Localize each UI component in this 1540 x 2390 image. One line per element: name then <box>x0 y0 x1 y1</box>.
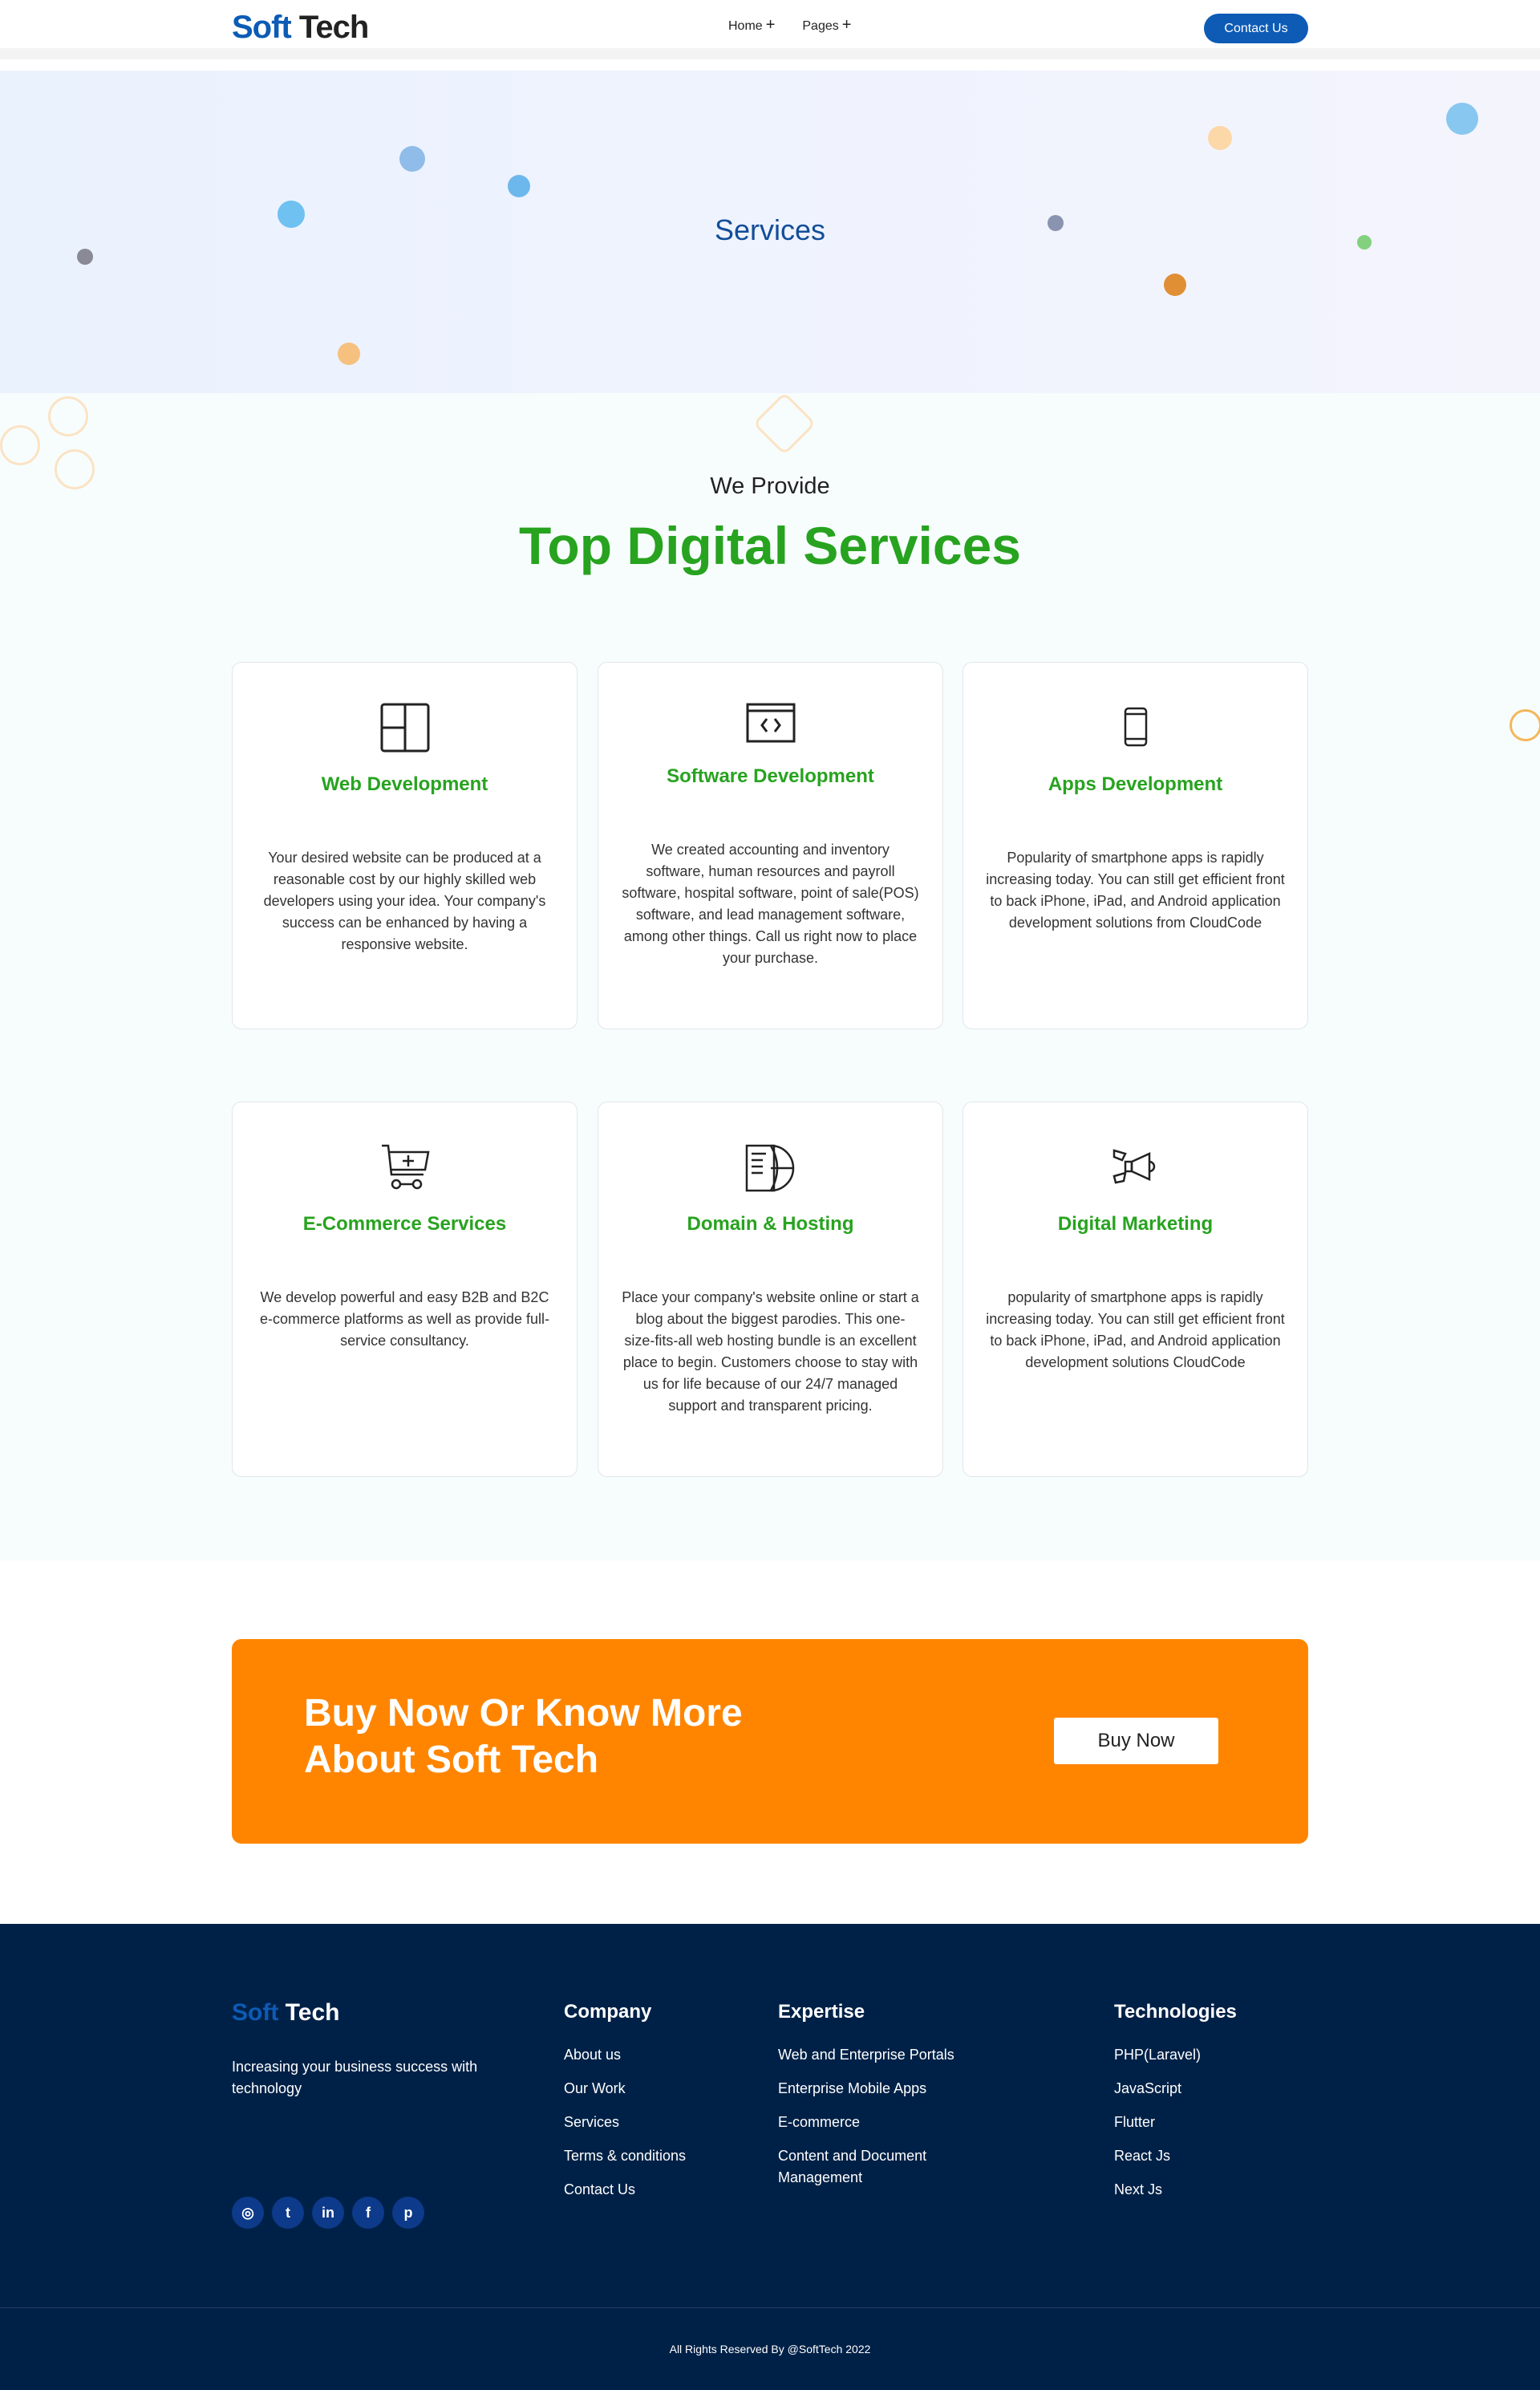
main-nav: Home + Pages + <box>728 16 852 34</box>
globe-document-icon <box>598 1142 942 1194</box>
copyright-bar: All Rights Reserved By @SoftTech 2022 <box>0 2307 1540 2390</box>
decor-dot <box>508 175 530 197</box>
cart-icon <box>233 1142 577 1192</box>
footer-link[interactable]: PHP(Laravel) <box>1114 2044 1237 2066</box>
footer-link[interactable]: Web and Enterprise Portals <box>778 2044 987 2066</box>
footer-link[interactable]: Contact Us <box>564 2179 686 2201</box>
services-section: We Provide Top Digital Services Web Deve… <box>0 392 1540 1560</box>
footer-link[interactable]: JavaScript <box>1114 2078 1237 2100</box>
service-card[interactable]: Software Development We created accounti… <box>598 662 943 1029</box>
section-title: Top Digital Services <box>519 516 1021 575</box>
site-footer: Soft Tech Increasing your business succe… <box>0 1924 1540 2390</box>
footer-column-expertise: Expertise Web and Enterprise Portals Ent… <box>778 2001 987 2201</box>
footer-link[interactable]: Next Js <box>1114 2179 1237 2201</box>
decor-dot <box>1164 274 1186 296</box>
code-window-icon <box>598 703 942 743</box>
footer-link[interactable]: Enterprise Mobile Apps <box>778 2078 987 2100</box>
footer-column-company: Company About us Our Work Services Terms… <box>564 2001 686 2213</box>
footer-link[interactable]: About us <box>564 2044 686 2066</box>
smartphone-icon <box>963 707 1307 747</box>
facebook-icon[interactable]: f <box>352 2197 384 2229</box>
footer-link[interactable]: Terms & conditions <box>564 2145 686 2167</box>
site-header: Soft Tech Home + Pages + Contact Us <box>0 0 1540 59</box>
megaphone-icon <box>963 1142 1307 1192</box>
footer-link[interactable]: Our Work <box>564 2078 686 2100</box>
service-card[interactable]: Apps Development Popularity of smartphon… <box>962 662 1308 1029</box>
footer-link[interactable]: E-commerce <box>778 2112 987 2133</box>
layout-icon <box>233 703 577 753</box>
service-card[interactable]: E-Commerce Services We develop powerful … <box>232 1102 578 1477</box>
cta-banner: Buy Now Or Know More About Soft Tech Buy… <box>232 1639 1308 1844</box>
twitter-icon[interactable]: t <box>272 2197 304 2229</box>
decor-dot <box>77 249 93 265</box>
service-card[interactable]: Web Development Your desired website can… <box>232 662 578 1029</box>
contact-us-button[interactable]: Contact Us <box>1204 14 1308 43</box>
social-links: ◎ t in f p <box>232 2197 424 2229</box>
decor-ring <box>1510 709 1540 741</box>
logo[interactable]: Soft Tech <box>232 10 369 46</box>
cta-title: Buy Now Or Know More About Soft Tech <box>304 1692 743 1781</box>
decor-dot <box>338 343 360 365</box>
section-eyebrow: We Provide <box>710 473 830 499</box>
instagram-icon[interactable]: ◎ <box>232 2197 264 2229</box>
buy-now-button[interactable]: Buy Now <box>1054 1718 1218 1764</box>
footer-tagline: Increasing your business success with te… <box>232 2059 478 2096</box>
hero-banner: Services <box>0 71 1540 393</box>
footer-link[interactable]: Content and Document Management <box>778 2145 987 2189</box>
plus-icon: + <box>765 16 776 34</box>
decor-dot <box>1208 126 1232 150</box>
decor-dot <box>399 146 425 172</box>
service-card[interactable]: Domain & Hosting Place your company's we… <box>598 1102 943 1477</box>
footer-link[interactable]: Flutter <box>1114 2112 1237 2133</box>
nav-pages[interactable]: Pages + <box>802 16 852 34</box>
decor-ring <box>48 396 88 436</box>
decor-ring <box>0 425 40 465</box>
pinterest-icon[interactable]: p <box>392 2197 424 2229</box>
plus-icon: + <box>841 16 852 34</box>
service-card[interactable]: Digital Marketing popularity of smartpho… <box>962 1102 1308 1477</box>
decor-diamond <box>752 392 817 456</box>
footer-column-technologies: Technologies PHP(Laravel) JavaScript Flu… <box>1114 2001 1237 2213</box>
footer-logo[interactable]: Soft Tech <box>232 1999 339 2027</box>
footer-link[interactable]: React Js <box>1114 2145 1237 2167</box>
footer-link[interactable]: Services <box>564 2112 686 2133</box>
page-title: Services <box>714 213 826 246</box>
nav-home[interactable]: Home + <box>728 16 776 34</box>
decor-dot <box>1446 103 1478 135</box>
linkedin-icon[interactable]: in <box>312 2197 344 2229</box>
